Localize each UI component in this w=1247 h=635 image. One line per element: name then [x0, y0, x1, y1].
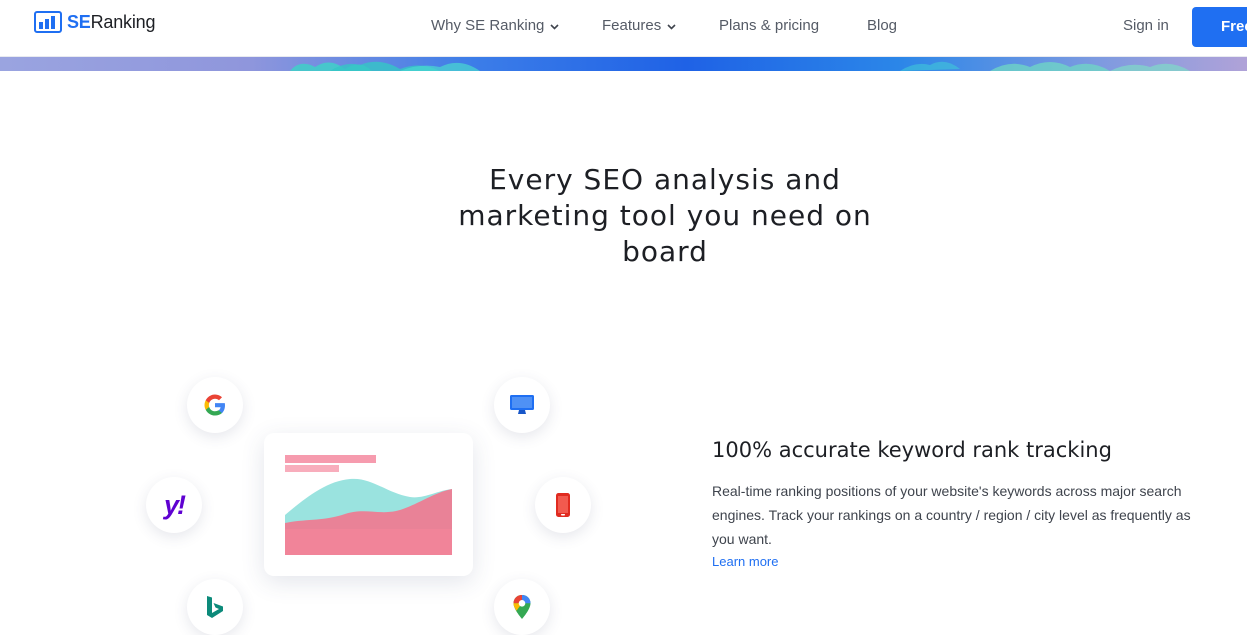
yahoo-icon: y!: [146, 477, 202, 533]
section-headline: Every SEO analysis and marketing tool yo…: [445, 162, 885, 270]
bing-icon: [187, 579, 243, 635]
headline-line: Every SEO analysis and: [489, 163, 841, 196]
hero-banner-strip: [0, 57, 1247, 71]
logo[interactable]: SERanking: [34, 11, 155, 33]
logo-brand-ranking: Ranking: [90, 11, 156, 32]
headline-line: board: [622, 235, 708, 268]
nav-label: Why SE Ranking: [431, 17, 545, 34]
logo-brand-se: SE: [67, 11, 91, 32]
nav-plans-pricing[interactable]: Plans & pricing: [719, 17, 819, 34]
mobile-icon: [535, 477, 591, 533]
learn-more-link[interactable]: Learn more: [712, 554, 778, 569]
free-trial-button[interactable]: Free: [1192, 7, 1247, 47]
chevron-down-icon: [667, 17, 676, 34]
nav-blog[interactable]: Blog: [867, 17, 897, 34]
headline-line: marketing tool you need on: [458, 199, 872, 232]
nav-features[interactable]: Features: [602, 17, 676, 34]
chevron-down-icon: [550, 17, 559, 34]
maps-pin-icon: [494, 579, 550, 635]
bar-chart-logo-icon: [34, 11, 62, 33]
rank-chart-card: [264, 433, 473, 576]
nav-label: Blog: [867, 17, 898, 34]
feature-description: Real-time ranking positions of your webs…: [712, 483, 1191, 547]
sign-in-link[interactable]: Sign in: [1123, 17, 1169, 34]
yahoo-logo-text: y!: [163, 489, 186, 520]
nav-why-se-ranking[interactable]: Why SE Ranking: [431, 17, 559, 34]
site-header: SERanking Why SE Ranking Features Plans …: [0, 0, 1247, 57]
nav-label: Plans & pricing: [719, 17, 820, 34]
google-icon: [187, 377, 243, 433]
nav-label: Features: [602, 17, 662, 34]
desktop-icon: [494, 377, 550, 433]
feature-title: 100% accurate keyword rank tracking: [712, 438, 1112, 462]
